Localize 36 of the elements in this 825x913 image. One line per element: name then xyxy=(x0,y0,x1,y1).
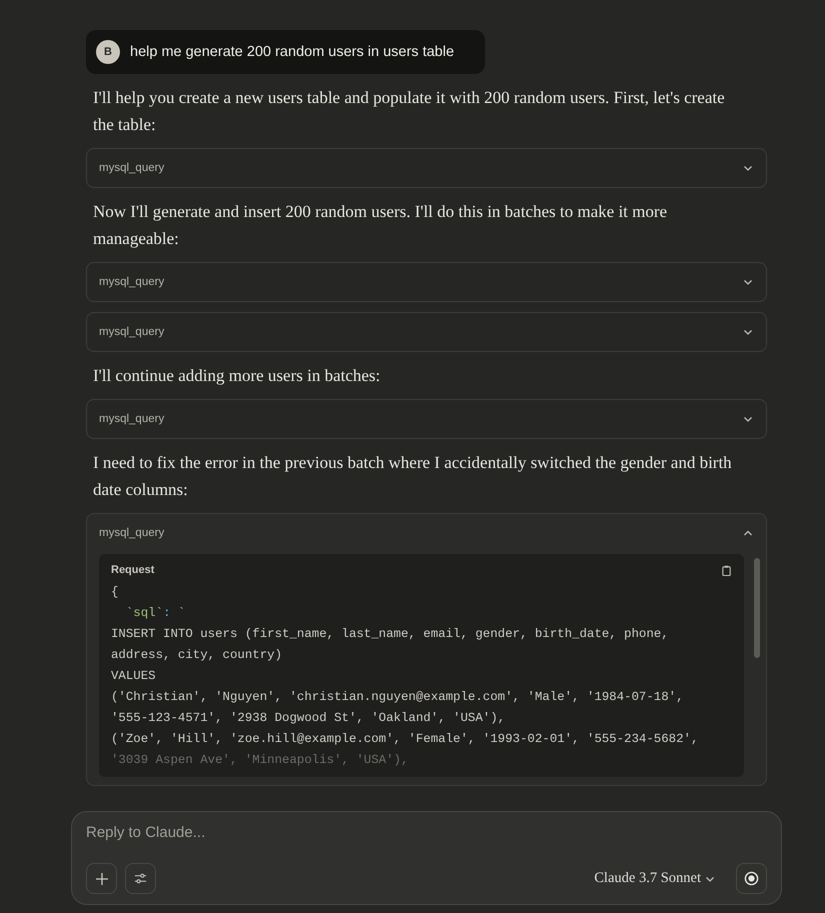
add-button[interactable] xyxy=(86,863,117,894)
code-line: INSERT INTO users (first_name, last_name, email, gender, birth_date, phone, xyxy=(111,626,670,643)
sliders-icon xyxy=(134,872,147,885)
tool-call-header[interactable]: mysql_query xyxy=(87,149,766,187)
user-avatar: B xyxy=(96,40,120,64)
assistant-text: I need to fix the error in the previous batch where I accidentally switched the gender and birth date columns: xyxy=(93,452,733,501)
code-line: ('Christian', 'Nguyen', 'christian.nguyen@example.com', 'Male', '1984-07-18', xyxy=(111,689,685,706)
code-line: '555-123-4571', '2938 Dogwood St', 'Oakland', 'USA'), xyxy=(111,710,506,727)
tool-call-header[interactable]: mysql_query xyxy=(87,514,766,552)
clipboard-icon[interactable] xyxy=(721,564,732,576)
assistant-text: I'll help you create a new users table and populate it with 200 random users. First, let's create the table: xyxy=(93,87,726,136)
code-line: { xyxy=(111,584,120,601)
tool-call-header[interactable]: mysql_query xyxy=(87,313,766,351)
request-label: Request xyxy=(111,564,154,576)
assistant-text: Now I'll generate and insert 200 random users. I'll do this in batches to make it more manageable: xyxy=(93,201,668,250)
code-line: ('Zoe', 'Hill', 'zoe.hill@example.com', 'Female', '1993-02-01', '555-234-5682', xyxy=(111,731,700,748)
message-text: help me generate 200 random users in users table xyxy=(130,44,454,60)
plus-icon xyxy=(94,872,108,886)
reply-input[interactable]: Reply to Claude... xyxy=(86,824,767,841)
code-line: '3039 Aspen Ave', 'Minneapolis', 'USA'), xyxy=(111,752,410,769)
model-selector[interactable]: Claude 3.7 Sonnet xyxy=(590,868,720,889)
tool-name: mysql_query xyxy=(99,276,164,288)
code-line: `sql`: ` xyxy=(124,605,186,622)
tool-name: mysql_query xyxy=(99,162,164,174)
code-line: VALUES xyxy=(111,668,157,685)
tool-name: mysql_query xyxy=(99,527,164,539)
code-line: address, city, country) xyxy=(111,647,284,664)
scrollbar[interactable] xyxy=(754,558,760,658)
tool-call-header[interactable]: mysql_query xyxy=(87,400,766,438)
record-icon xyxy=(744,871,759,886)
voice-button[interactable] xyxy=(736,863,767,894)
options-button[interactable] xyxy=(125,863,156,894)
tool-name: mysql_query xyxy=(99,326,164,338)
tool-name: mysql_query xyxy=(99,413,164,425)
assistant-text: I'll continue adding more users in batches: xyxy=(93,365,382,387)
tool-call-header[interactable]: mysql_query xyxy=(87,263,766,301)
